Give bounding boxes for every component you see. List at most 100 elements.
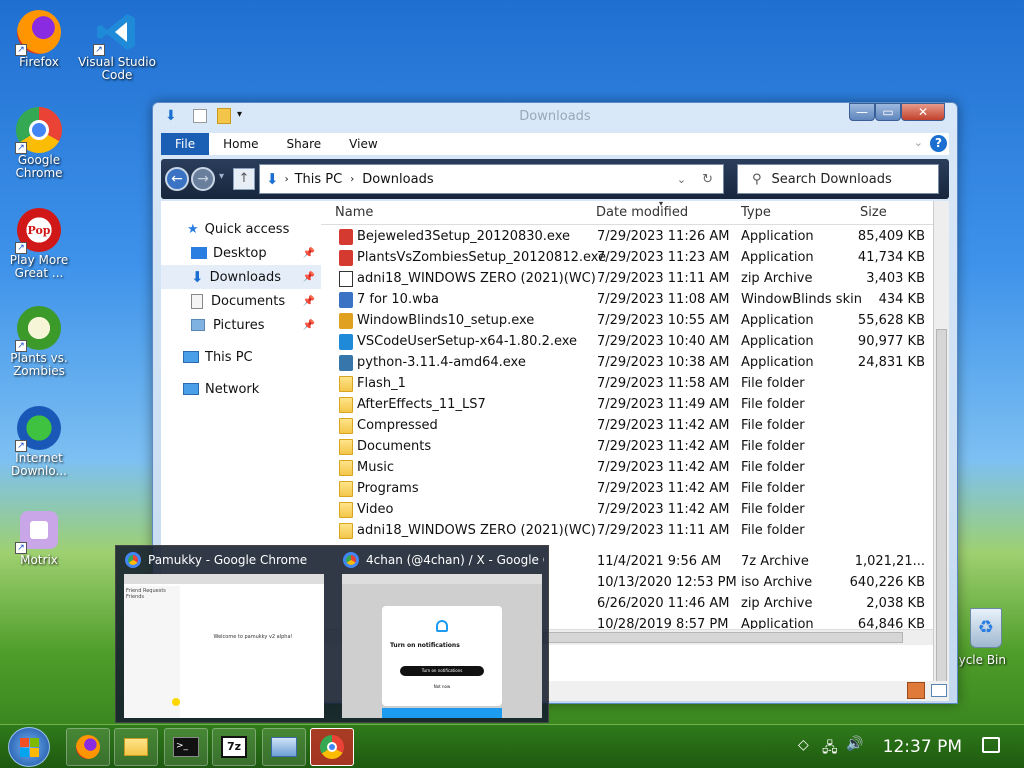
file-name: adni18_WINDOWS ZERO (2021)(WC) <box>357 523 596 538</box>
firefox-icon <box>76 735 100 759</box>
tab-home[interactable]: Home <box>209 133 272 155</box>
file-type: File folder <box>741 502 805 517</box>
back-button[interactable]: ← <box>165 167 189 191</box>
minimize-button[interactable]: — <box>849 103 875 121</box>
scroll-thumb[interactable] <box>936 329 947 689</box>
nav-downloads[interactable]: ⬇ Downloads 📌 <box>161 265 321 289</box>
bell-icon <box>436 620 448 632</box>
nav-this-pc[interactable]: This PC <box>161 345 321 369</box>
recent-locations-icon[interactable]: ▾ <box>219 171 224 182</box>
windowblinds-skin-icon <box>339 292 353 308</box>
file-row[interactable]: PlantsVsZombiesSetup_20120812.exe 7/29/20… <box>321 248 933 269</box>
up-button[interactable]: ↑ <box>233 168 255 190</box>
file-type: WindowBlinds skin <box>741 292 862 307</box>
nav-pictures[interactable]: Pictures 📌 <box>161 313 321 337</box>
not-now-link: Not now <box>433 684 451 689</box>
turn-on-notifications-button: Turn on notifications <box>400 666 484 676</box>
column-name[interactable]: Name <box>335 205 373 220</box>
file-row[interactable]: 7 for 10.wba 7/29/2023 11:08 AM WindowBlin… <box>321 290 933 311</box>
taskbar-7zip[interactable]: 7z <box>212 728 256 766</box>
desktop-icon-pvz[interactable]: ↗ Plants vs. Zombies <box>0 304 78 378</box>
taskbar-firefox[interactable] <box>66 728 110 766</box>
search-icon: ⚲ <box>752 171 762 187</box>
file-row[interactable]: VSCodeUserSetup-x64-1.80.2.exe 7/29/2023 … <box>321 332 933 353</box>
chevron-down-icon[interactable]: ⌄ <box>677 173 686 186</box>
large-icons-view-icon[interactable] <box>931 684 947 697</box>
file-row[interactable]: Bejeweled3Setup_20120830.exe 7/29/2023 11… <box>321 227 933 248</box>
file-type: 7z Archive <box>741 554 809 569</box>
file-name: WindowBlinds10_setup.exe <box>357 313 535 328</box>
file-type: Application <box>741 313 814 328</box>
nav-desktop[interactable]: Desktop 📌 <box>161 241 321 265</box>
nav-network[interactable]: Network <box>161 377 321 401</box>
help-icon[interactable]: ? <box>930 135 947 152</box>
nav-quick-access[interactable]: ★ Quick access <box>161 217 321 241</box>
preview-pamukky[interactable]: Pamukky - Google Chrome Friend Requests … <box>116 546 328 724</box>
taskbar-control-panel[interactable] <box>262 728 306 766</box>
folder-row[interactable]: Music 7/29/2023 11:42 AM File folder <box>321 458 933 479</box>
desktop-icon-chrome[interactable]: ↗ Google Chrome <box>0 106 78 180</box>
nav-documents[interactable]: Documents 📌 <box>161 289 321 313</box>
show-hidden-icons-icon[interactable]: ◇ <box>798 737 809 753</box>
vertical-scrollbar[interactable] <box>933 201 949 689</box>
search-input[interactable]: ⚲ Search Downloads <box>737 164 939 194</box>
refresh-icon[interactable]: ↻ <box>702 172 713 187</box>
file-type: File folder <box>741 439 805 454</box>
file-name: PlantsVsZombiesSetup_20120812.exe <box>357 250 607 265</box>
folder-row[interactable]: Documents 7/29/2023 11:42 AM File folder <box>321 437 933 458</box>
forward-button[interactable]: → <box>191 167 215 191</box>
taskbar-file-explorer[interactable] <box>114 728 158 766</box>
address-bar[interactable]: ⬇ › This PC › Downloads ⌄ ↻ <box>259 164 724 194</box>
file-row[interactable]: adni18_WINDOWS ZERO (2021)(WC) 7/29/2023 … <box>321 269 933 290</box>
folder-row[interactable]: AfterEffects_11_LS7 7/29/2023 11:49 AM Fil… <box>321 395 933 416</box>
pin-icon[interactable]: 📌 <box>303 272 315 283</box>
file-type: Application <box>741 250 814 265</box>
address-toolbar: ← → ▾ ↑ ⬇ › This PC › Downloads ⌄ ↻ ⚲ Se… <box>161 159 949 199</box>
expand-ribbon-icon[interactable]: ⌄ <box>914 136 923 149</box>
file-date: 7/29/2023 10:55 AM <box>597 313 730 328</box>
column-date-modified[interactable]: Date modified <box>596 205 688 220</box>
folder-row[interactable]: Programs 7/29/2023 11:42 AM File folder <box>321 479 933 500</box>
desktop-icon-label: Internet Downlo... <box>11 451 67 478</box>
folder-row[interactable]: adni18_WINDOWS ZERO (2021)(WC) 7/29/2023 … <box>321 521 933 542</box>
maximize-button[interactable]: ▭ <box>875 103 901 121</box>
volume-icon[interactable]: 🔊 <box>846 736 863 752</box>
pin-icon[interactable]: 📌 <box>303 320 315 331</box>
desktop-icon-firefox[interactable]: ↗ Firefox <box>0 8 78 69</box>
desktop-icon-idm[interactable]: ↗ Internet Downlo... <box>0 404 78 478</box>
file-explorer-icon <box>124 738 148 756</box>
tab-share[interactable]: Share <box>273 133 336 155</box>
tab-view[interactable]: View <box>335 133 391 155</box>
desktop-icon-popcap[interactable]: Pop ↗ Play More Great ... <box>0 206 78 280</box>
zip-icon <box>339 271 353 287</box>
column-size[interactable]: Size <box>860 205 887 220</box>
title-bar[interactable]: ⬇ ▾ Downloads — ▭ ✕ <box>153 103 957 131</box>
tab-file[interactable]: File <box>161 133 210 155</box>
file-name: VSCodeUserSetup-x64-1.80.2.exe <box>357 334 578 349</box>
action-center-icon[interactable] <box>982 737 1000 753</box>
file-row[interactable]: WindowBlinds10_setup.exe 7/29/2023 10:55 … <box>321 311 933 332</box>
desktop-icon-motrix[interactable]: ↗ Motrix <box>0 506 78 567</box>
folder-row[interactable]: Video 7/29/2023 11:42 AM File folder <box>321 500 933 521</box>
pin-icon[interactable]: 📌 <box>303 296 315 307</box>
pin-icon[interactable]: 📌 <box>303 248 315 259</box>
taskbar-chrome[interactable] <box>310 728 354 766</box>
clock[interactable]: 12:37 PM <box>883 737 962 757</box>
close-button[interactable]: ✕ <box>901 103 945 121</box>
details-view-icon[interactable] <box>907 682 925 699</box>
breadcrumb-this-pc[interactable]: This PC <box>295 172 343 187</box>
network-status-icon[interactable]: 🖧 <box>822 737 838 761</box>
scroll-thumb[interactable] <box>543 632 903 643</box>
start-button[interactable] <box>8 727 50 767</box>
preview-4chan[interactable]: 4chan (@4chan) / X - Google C... Turn on… <box>334 546 548 724</box>
folder-row[interactable]: Compressed 7/29/2023 11:42 AM File folder <box>321 416 933 437</box>
file-row[interactable]: python-3.11.4-amd64.exe 7/29/2023 10:38 A… <box>321 353 933 374</box>
file-date: 7/29/2023 11:42 AM <box>597 439 730 454</box>
file-date: 7/29/2023 10:40 AM <box>597 334 730 349</box>
taskbar-terminal[interactable]: >_ <box>164 728 208 766</box>
desktop-icon-vscode[interactable]: ↗ Visual Studio Code <box>78 8 156 82</box>
folder-row[interactable]: Flash_1 7/29/2023 11:58 AM File folder <box>321 374 933 395</box>
chevron-right-icon: › <box>350 173 355 185</box>
breadcrumb-downloads[interactable]: Downloads <box>362 172 433 187</box>
column-type[interactable]: Type <box>741 205 771 220</box>
